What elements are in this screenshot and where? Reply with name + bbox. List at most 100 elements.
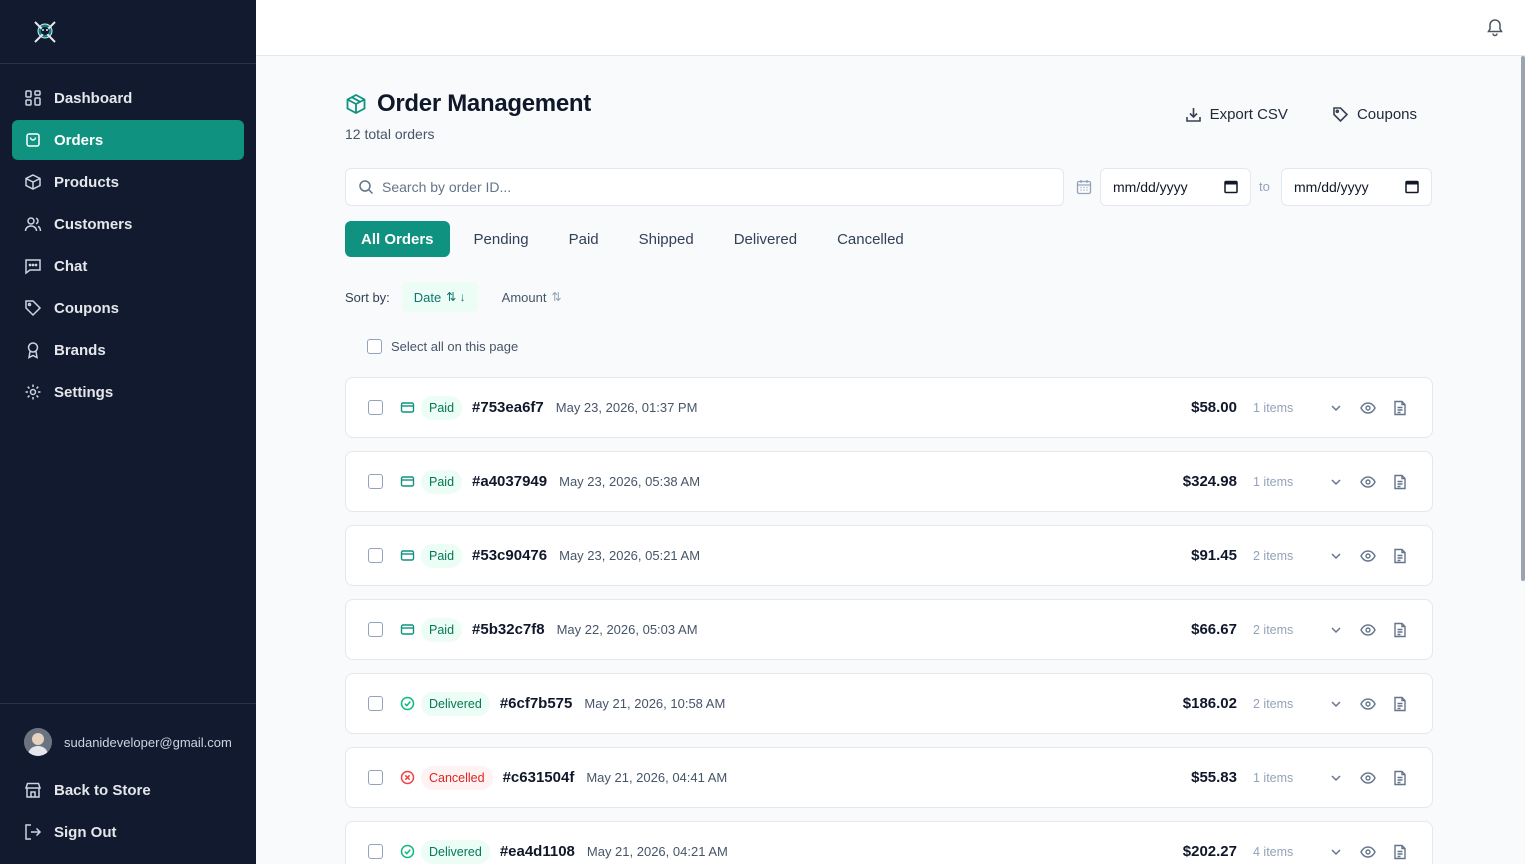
scrollbar[interactable] — [1521, 56, 1525, 581]
export-csv-button[interactable]: Export CSV — [1185, 106, 1288, 123]
sort-date-label: Date — [413, 289, 442, 305]
back-to-store-button[interactable]: Back to Store — [12, 770, 244, 810]
date-picker-icon[interactable] — [1224, 180, 1238, 194]
tab-paid[interactable]: Paid — [553, 221, 615, 257]
order-date: May 21, 2026, 10:58 AM — [584, 696, 726, 711]
tab-delivered[interactable]: Delivered — [718, 221, 813, 257]
order-id: #ea4d1108 — [499, 843, 575, 860]
order-id: #53c90476 — [472, 547, 548, 564]
order-checkbox[interactable] — [368, 622, 383, 637]
invoice-icon[interactable] — [1392, 474, 1408, 490]
order-checkbox[interactable] — [368, 548, 383, 563]
sidebar-item-brands[interactable]: Brands — [12, 330, 244, 370]
eye-icon[interactable] — [1360, 844, 1376, 860]
order-row[interactable]: Delivered #6cf7b575 May 21, 2026, 10:58 … — [345, 673, 1433, 734]
check-circle-icon — [400, 844, 415, 859]
eye-icon[interactable] — [1360, 548, 1376, 564]
invoice-icon[interactable] — [1392, 844, 1408, 860]
select-all-row[interactable]: Select all on this page — [367, 339, 518, 354]
item-count: 2 items — [1253, 548, 1294, 563]
order-count: 12 total orders — [345, 126, 435, 142]
date-from-input[interactable]: mm/dd/yyyy — [1100, 168, 1251, 206]
order-row[interactable]: Paid #a4037949 May 23, 2026, 05:38 AM $3… — [345, 451, 1433, 512]
chat-icon — [24, 257, 42, 275]
tab-pending[interactable]: Pending — [458, 221, 545, 257]
item-count: 4 items — [1253, 844, 1294, 859]
eye-icon[interactable] — [1360, 400, 1376, 416]
sidebar: Dashboard Orders Products Customers Chat… — [0, 0, 256, 864]
order-checkbox[interactable] — [368, 844, 383, 859]
eye-icon[interactable] — [1360, 696, 1376, 712]
sidebar-item-products[interactable]: Products — [12, 162, 244, 202]
chevron-down-icon[interactable] — [1328, 400, 1344, 416]
status-badge: Cancelled — [421, 765, 493, 790]
order-summary: $324.98 1 items — [1183, 452, 1408, 511]
tab-cancelled[interactable]: Cancelled — [821, 221, 920, 257]
chevron-down-icon[interactable] — [1328, 474, 1344, 490]
search-input[interactable] — [382, 179, 1042, 195]
sort-by-date-button[interactable]: Date ⇅ ↓ — [401, 282, 478, 312]
sidebar-item-label: Products — [54, 173, 120, 191]
order-row[interactable]: Paid #753ea6f7 May 23, 2026, 01:37 PM $5… — [345, 377, 1433, 438]
order-checkbox[interactable] — [368, 770, 383, 785]
invoice-icon[interactable] — [1392, 622, 1408, 638]
order-checkbox[interactable] — [368, 696, 383, 711]
date-to-input[interactable]: mm/dd/yyyy — [1281, 168, 1432, 206]
filters-row: mm/dd/yyyy to mm/dd/yyyy — [345, 168, 1433, 206]
settings-icon — [24, 383, 42, 401]
calendar-icon — [1076, 180, 1092, 195]
sidebar-item-orders[interactable]: Orders — [12, 120, 244, 160]
eye-icon[interactable] — [1360, 474, 1376, 490]
sidebar-item-customers[interactable]: Customers — [12, 204, 244, 244]
chevron-down-icon[interactable] — [1328, 548, 1344, 564]
status-badge: Paid — [421, 469, 463, 494]
credit-card-icon — [400, 622, 415, 637]
sign-out-button[interactable]: Sign Out — [12, 812, 244, 852]
order-row[interactable]: Cancelled #c631504f May 21, 2026, 04:41 … — [345, 747, 1433, 808]
user-profile[interactable]: sudanideveloper@gmail.com — [12, 726, 244, 758]
chevron-down-icon[interactable] — [1328, 622, 1344, 638]
item-count: 1 items — [1253, 770, 1294, 785]
order-row[interactable]: Paid #5b32c7f8 May 22, 2026, 05:03 AM $6… — [345, 599, 1433, 660]
search-icon — [359, 180, 374, 195]
topbar — [256, 0, 1525, 56]
chevron-down-icon[interactable] — [1328, 696, 1344, 712]
invoice-icon[interactable] — [1392, 400, 1408, 416]
sort-icon: ⇅ — [551, 290, 562, 304]
package-icon — [346, 93, 366, 115]
eye-icon[interactable] — [1360, 622, 1376, 638]
order-summary: $186.02 2 items — [1183, 674, 1408, 733]
tab-shipped[interactable]: Shipped — [623, 221, 710, 257]
select-all-checkbox[interactable] — [367, 339, 382, 354]
sidebar-item-settings[interactable]: Settings — [12, 372, 244, 412]
search-box — [345, 168, 1064, 206]
sidebar-item-dashboard[interactable]: Dashboard — [12, 78, 244, 118]
order-amount: $324.98 — [1182, 473, 1237, 490]
date-picker-icon[interactable] — [1405, 180, 1419, 194]
order-row[interactable]: Delivered #ea4d1108 May 21, 2026, 04:21 … — [345, 821, 1433, 864]
chevron-down-icon[interactable] — [1328, 770, 1344, 786]
date-from-value: mm/dd/yyyy — [1113, 179, 1188, 195]
page-header: Order Management 12 total orders Export … — [345, 56, 1433, 158]
coupons-button[interactable]: Coupons — [1332, 106, 1417, 123]
header-actions: Export CSV Coupons — [1141, 106, 1417, 123]
store-icon — [24, 781, 42, 799]
sort-by-amount-button[interactable]: Amount ⇅ — [490, 282, 574, 312]
order-checkbox[interactable] — [368, 400, 383, 415]
tab-all-orders[interactable]: All Orders — [345, 221, 450, 257]
sidebar-item-chat[interactable]: Chat — [12, 246, 244, 286]
status-badge: Paid — [421, 395, 463, 420]
eye-icon[interactable] — [1360, 770, 1376, 786]
invoice-icon[interactable] — [1392, 696, 1408, 712]
status-badge: Paid — [421, 543, 463, 568]
item-count: 1 items — [1253, 474, 1294, 489]
order-row[interactable]: Paid #53c90476 May 23, 2026, 05:21 AM $9… — [345, 525, 1433, 586]
invoice-icon[interactable] — [1392, 770, 1408, 786]
chevron-down-icon[interactable] — [1328, 844, 1344, 860]
brand-logo-icon[interactable] — [30, 17, 60, 47]
sidebar-item-coupons[interactable]: Coupons — [12, 288, 244, 328]
products-icon — [24, 173, 42, 191]
order-checkbox[interactable] — [368, 474, 383, 489]
notification-bell-icon[interactable] — [1485, 17, 1505, 37]
invoice-icon[interactable] — [1392, 548, 1408, 564]
